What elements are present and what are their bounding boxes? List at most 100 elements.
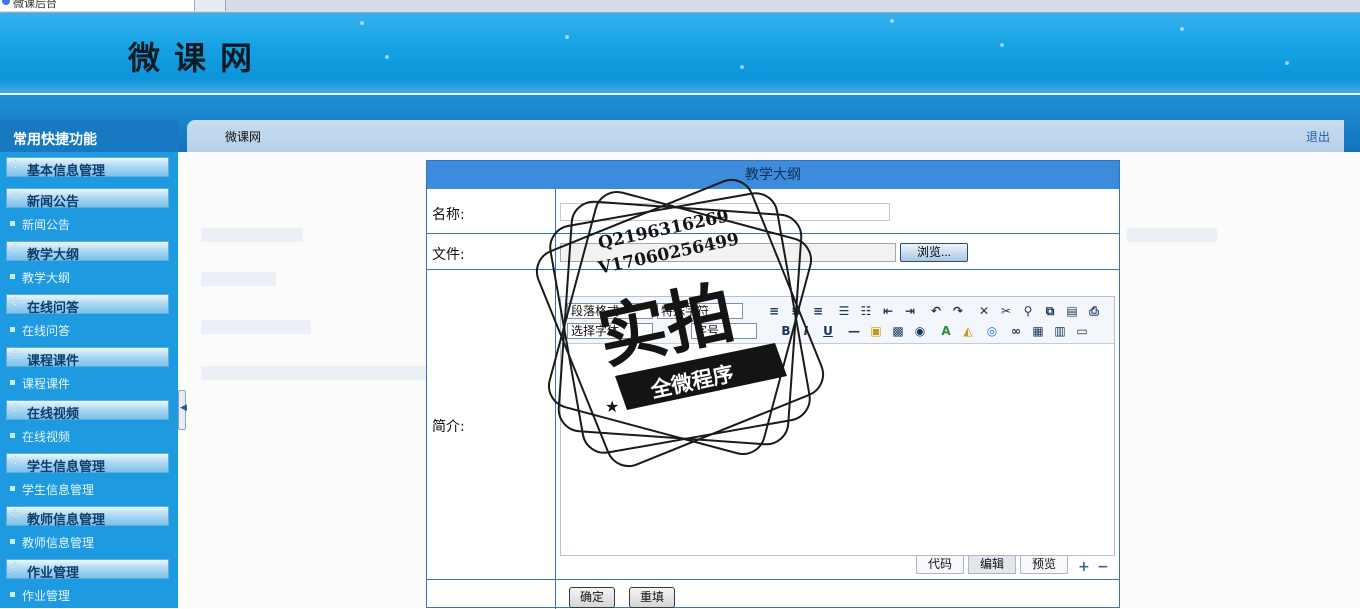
image-icon[interactable]: ▩ (889, 323, 907, 339)
undo-icon[interactable]: ↶ (927, 303, 945, 319)
shrink-editor-icon[interactable]: − (1097, 559, 1109, 575)
bullet-list-icon[interactable]: ☰ (835, 303, 853, 319)
form-row-divider (427, 233, 1119, 234)
paste-icon[interactable]: ▤ (1063, 303, 1081, 319)
star-icon: ✩ (10, 158, 21, 173)
logout-link[interactable]: 退出 (1306, 128, 1330, 145)
site-name: 微课网 (128, 39, 267, 77)
indent-icon[interactable]: ⇥ (901, 303, 919, 319)
sidebar-group-homework[interactable]: ✩ 作业管理 (6, 559, 169, 581)
sidebar-item-label: 新闻公告 (22, 218, 71, 232)
align-left-icon[interactable]: ≡ (765, 303, 783, 319)
sidebar-group-video[interactable]: ✩ 在线视频 (6, 400, 169, 422)
bullet-icon (10, 592, 15, 597)
browse-button[interactable]: 浏览... (900, 243, 968, 262)
star-icon: ✩ (10, 242, 21, 257)
italic-icon[interactable]: I (797, 323, 815, 339)
form-field-icon[interactable]: ▥ (1051, 323, 1069, 339)
sidebar-group-label: 新闻公告 (27, 195, 80, 210)
underline-icon[interactable]: U (819, 323, 837, 339)
bullet-icon (10, 433, 15, 438)
align-center-icon[interactable]: ≡ (787, 303, 805, 319)
site-banner: 微课网 (0, 13, 1360, 93)
sidebar-header: 常用快捷功能 (0, 120, 178, 152)
align-right-icon[interactable]: ≡ (809, 303, 827, 319)
form-row-divider (427, 269, 1119, 270)
form-column-divider (555, 189, 556, 609)
paragraph-format-select[interactable]: 段落格式 (567, 303, 653, 319)
print-icon[interactable]: ⎙ (1085, 303, 1103, 319)
sidebar-group-label: 学生信息管理 (27, 460, 106, 475)
bullet-icon (10, 380, 15, 385)
star-icon: ✩ (10, 401, 21, 416)
expand-editor-icon[interactable]: + (1078, 559, 1090, 575)
remove-format-icon[interactable]: ✕ (975, 303, 993, 319)
link-icon[interactable]: ∞ (1007, 323, 1025, 339)
sidebar-group-label: 教师信息管理 (27, 513, 106, 528)
editor-content-area[interactable] (561, 344, 1114, 555)
tab-code[interactable]: 代码 (916, 555, 964, 574)
sidebar-item-label: 学生信息管理 (22, 483, 95, 497)
font-family-select[interactable]: 选择字体 (567, 323, 653, 339)
sidebar-group-label: 基本信息管理 (27, 164, 106, 179)
bullet-icon (10, 327, 15, 332)
text-color-icon[interactable]: A (937, 323, 955, 339)
browser-tab[interactable]: 微课后台 (0, 0, 195, 11)
sidebar-group-news[interactable]: ✩ 新闻公告 (6, 188, 169, 210)
sidebar-item-label: 教学大纲 (22, 271, 71, 285)
sidebar-collapse-toggle[interactable]: ◀ (178, 390, 187, 430)
sidebar-group-label: 作业管理 (27, 566, 80, 581)
new-tab-button[interactable] (195, 0, 226, 11)
outdent-icon[interactable]: ⇤ (879, 303, 897, 319)
sidebar-group-label: 在线问答 (27, 301, 80, 316)
redo-icon[interactable]: ↷ (949, 303, 967, 319)
submit-button[interactable]: 确定 (569, 587, 615, 608)
copy-icon[interactable]: ⧉ (1041, 303, 1059, 319)
form-row-divider (427, 579, 1119, 580)
file-path-input[interactable] (560, 243, 896, 262)
font-size-select[interactable]: 字号 (691, 323, 757, 339)
media-icon[interactable]: ◉ (911, 323, 929, 339)
sidebar-group-students[interactable]: ✩ 学生信息管理 (6, 453, 169, 475)
horizontal-rule-icon[interactable]: — (845, 323, 863, 339)
star-icon: ✩ (10, 189, 21, 204)
sidebar-group-syllabus[interactable]: ✩ 教学大纲 (6, 241, 169, 263)
sidebar-group-teachers[interactable]: ✩ 教师信息管理 (6, 506, 169, 528)
bullet-icon (10, 486, 15, 491)
special-char-select[interactable]: 特殊字符 (657, 303, 743, 319)
highlight-icon[interactable]: ◭ (959, 323, 977, 339)
star-icon: ✩ (10, 454, 21, 469)
numbered-list-icon[interactable]: ☷ (857, 303, 875, 319)
sidebar-group-courseware[interactable]: ✩ 课程课件 (6, 347, 169, 369)
sidebar-group-label: 课程课件 (27, 354, 80, 369)
tab-preview[interactable]: 预览 (1020, 555, 1068, 574)
bullet-icon (10, 274, 15, 279)
sidebar-group-label: 教学大纲 (27, 248, 80, 263)
browser-tab-title: 微课后台 (13, 0, 57, 10)
sidebar-item-label: 课程课件 (22, 377, 71, 391)
find-icon[interactable]: ⚲ (1019, 303, 1037, 319)
cut-icon[interactable]: ✂ (997, 303, 1015, 319)
bullet-icon (10, 221, 15, 226)
sidebar-group-label: 在线视频 (27, 407, 80, 422)
sidebar-group-qa[interactable]: ✩ 在线问答 (6, 294, 169, 316)
bold-icon[interactable]: B (777, 323, 795, 339)
name-label: 名称: (432, 207, 465, 223)
name-input[interactable] (560, 203, 890, 221)
tab-edit[interactable]: 编辑 (968, 555, 1016, 574)
editor-toolbar: 段落格式 特殊字符 选择字体 字号 ≡ ≡ ≡ ☰ ☷ ⇤ ⇥ ↶ ↷ ✕ ✂ … (561, 297, 1114, 344)
reset-button[interactable]: 重填 (629, 587, 675, 608)
breadcrumb: 微课网 (225, 130, 262, 144)
syllabus-form: 教学大纲 名称: 文件: 浏览... 简介: 段落格式 特殊字符 选择字体 字号… (426, 160, 1120, 609)
content-topbar: 微课网 退出 (187, 120, 1344, 152)
rich-text-editor: 段落格式 特殊字符 选择字体 字号 ≡ ≡ ≡ ☰ ☷ ⇤ ⇥ ↶ ↷ ✕ ✂ … (560, 296, 1115, 556)
star-icon: ✩ (10, 295, 21, 310)
table-icon[interactable]: ▦ (1029, 323, 1047, 339)
special-object-icon[interactable]: ▭ (1073, 323, 1091, 339)
web-icon[interactable]: ◎ (983, 323, 1001, 339)
sidebar-group-basic-info[interactable]: ✩ 基本信息管理 (6, 157, 169, 179)
sidebar-item-label: 作业管理 (22, 589, 71, 603)
sidebar-item-label: 在线问答 (22, 324, 71, 338)
file-label: 文件: (432, 247, 465, 263)
folder-icon[interactable]: ▣ (867, 323, 885, 339)
